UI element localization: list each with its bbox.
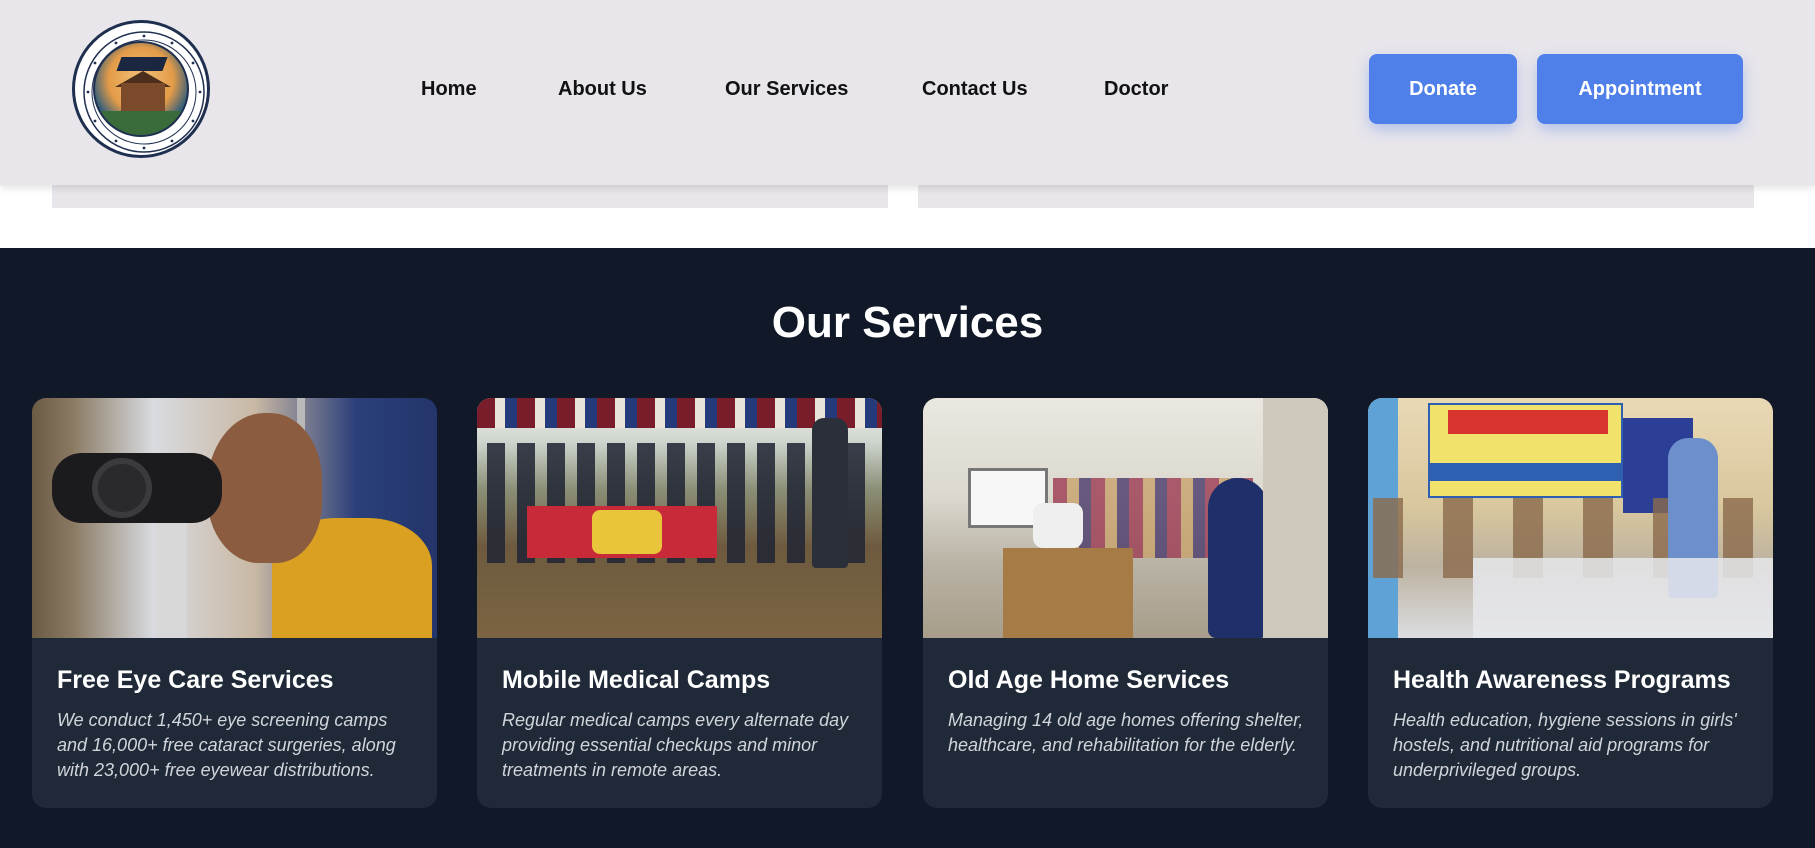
landscape-icon <box>95 111 187 135</box>
card-title: Health Awareness Programs <box>1393 666 1731 694</box>
logo-emblem-icon <box>93 41 189 137</box>
card-description: Managing 14 old age homes offering shelt… <box>948 710 1304 755</box>
service-card-eye-care[interactable]: Free Eye Care Services We conduct 1,450+… <box>32 398 437 808</box>
card-title: Mobile Medical Camps <box>502 666 771 694</box>
card-description: Health education, hygiene sessions in gi… <box>1393 710 1737 780</box>
section-title: Our Services <box>771 298 1044 347</box>
nav-our-services[interactable]: Our Services <box>725 78 848 101</box>
old-age-home-photo <box>923 398 1328 638</box>
eye-exam-photo <box>32 398 437 638</box>
card-title: Free Eye Care Services <box>57 666 334 694</box>
medical-camp-photo <box>477 398 882 638</box>
services-section: Our Services Free Eye Care Services We c… <box>0 248 1815 848</box>
house-icon <box>121 83 165 113</box>
service-card-health-awareness[interactable]: Health Awareness Programs Health educati… <box>1368 398 1773 808</box>
card-description: Regular medical camps every alternate da… <box>502 710 849 780</box>
card-title: Old Age Home Services <box>948 666 1230 694</box>
donate-button[interactable]: Donate <box>1369 54 1517 124</box>
graduation-cap-icon <box>116 57 168 71</box>
nav-about-us[interactable]: About Us <box>558 78 647 101</box>
site-header: Home About Us Our Services Contact Us Do… <box>0 0 1815 185</box>
appointment-button[interactable]: Appointment <box>1537 54 1743 124</box>
nav-doctor[interactable]: Doctor <box>1104 78 1168 101</box>
nav-home[interactable]: Home <box>421 78 477 101</box>
service-card-old-age-home[interactable]: Old Age Home Services Managing 14 old ag… <box>923 398 1328 808</box>
nav-contact-us[interactable]: Contact Us <box>922 78 1028 101</box>
service-card-medical-camps[interactable]: Mobile Medical Camps Regular medical cam… <box>477 398 882 808</box>
health-awareness-photo <box>1368 398 1773 638</box>
card-description: We conduct 1,450+ eye screening camps an… <box>57 710 396 780</box>
organization-logo[interactable] <box>72 20 210 158</box>
